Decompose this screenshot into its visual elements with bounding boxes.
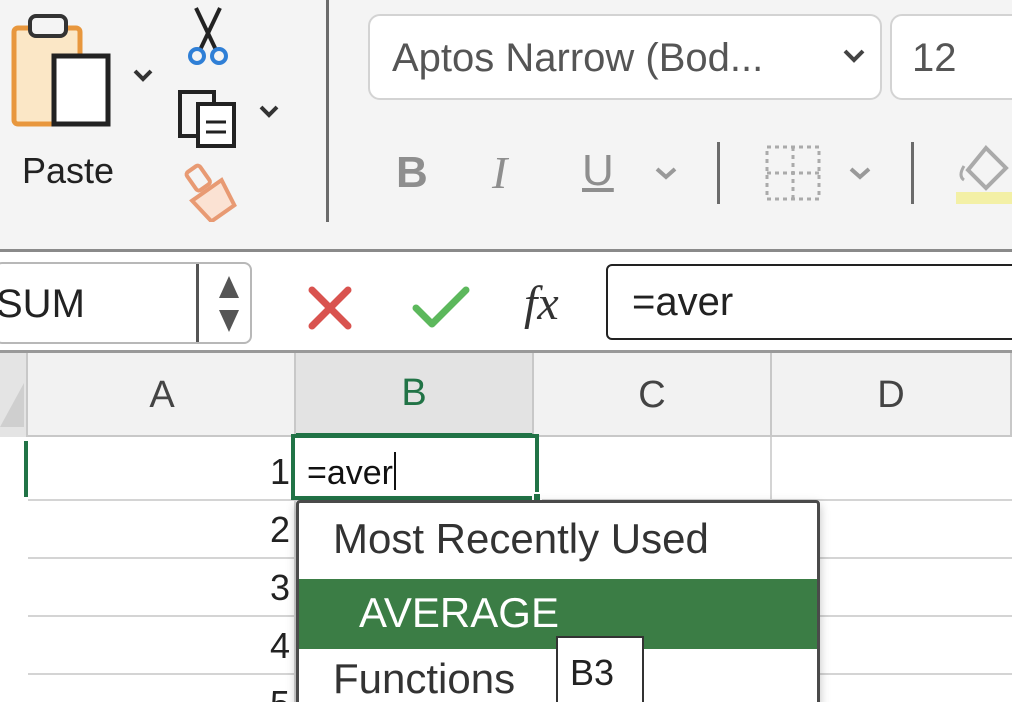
column-header-row: A B C D	[0, 353, 1012, 437]
chevron-down-icon	[843, 49, 865, 63]
text-caret	[394, 452, 396, 490]
row-value-3: 3	[269, 567, 290, 608]
chevron-down-icon[interactable]	[654, 166, 678, 180]
clipboard-icon	[11, 14, 111, 127]
font-name-select[interactable]: Aptos Narrow (Bod...	[368, 14, 882, 100]
name-box[interactable]: SUM	[0, 262, 252, 344]
cancel-icon[interactable]	[306, 284, 354, 332]
chevron-down-icon[interactable]	[132, 68, 154, 82]
insert-function-button[interactable]: fx	[524, 276, 559, 331]
stepper-icon[interactable]	[218, 274, 240, 334]
ribbon: Paste Aptos Narrow (Bod... 12 B I U	[0, 0, 1012, 250]
paste-button[interactable]: Paste	[8, 10, 153, 191]
scissors-icon[interactable]	[186, 6, 230, 66]
chevron-down-icon[interactable]	[848, 166, 872, 180]
copy-icon[interactable]	[176, 86, 240, 150]
active-row-indicator	[24, 441, 28, 497]
row-value-4: 4	[269, 625, 290, 666]
name-box-divider	[196, 264, 199, 342]
underline-button[interactable]: U	[582, 146, 614, 196]
italic-button[interactable]: I	[492, 146, 507, 199]
row-value-1: 1	[269, 451, 290, 492]
paste-label: Paste	[22, 150, 115, 191]
column-header-d[interactable]: D	[772, 353, 1012, 437]
select-all-corner[interactable]	[0, 353, 28, 437]
active-cell-b1[interactable]: =aver	[291, 434, 539, 500]
chevron-down-icon[interactable]	[258, 104, 280, 118]
active-cell-value: =aver	[307, 454, 393, 492]
cell-reference-tooltip: B3	[556, 636, 644, 702]
formula-input[interactable]: =aver	[606, 264, 1012, 340]
fill-color-icon[interactable]	[956, 142, 1012, 206]
column-header-b[interactable]: B	[296, 353, 534, 437]
font-size-select[interactable]: 12	[890, 14, 1012, 100]
select-all-triangle	[0, 383, 24, 427]
name-box-value: SUM	[0, 282, 85, 326]
column-header-c[interactable]: C	[534, 353, 772, 437]
toolbar-separator	[717, 142, 720, 204]
checkmark-icon[interactable]	[412, 284, 470, 332]
borders-icon[interactable]	[764, 144, 822, 202]
toolbar-separator	[911, 142, 914, 204]
row-value-5: 5	[230, 683, 290, 702]
font-name-value: Aptos Narrow (Bod...	[392, 36, 764, 80]
ribbon-group-divider	[326, 0, 329, 222]
functions-header: Functions	[333, 655, 516, 702]
active-cell-text: =aver	[307, 452, 396, 493]
font-size-value: 12	[912, 36, 957, 80]
bold-button[interactable]: B	[396, 148, 428, 198]
row-value-2: 2	[269, 509, 290, 550]
column-header-a[interactable]: A	[30, 353, 296, 437]
recently-used-header: Most Recently Used	[333, 515, 709, 562]
format-painter-icon[interactable]	[176, 162, 240, 222]
